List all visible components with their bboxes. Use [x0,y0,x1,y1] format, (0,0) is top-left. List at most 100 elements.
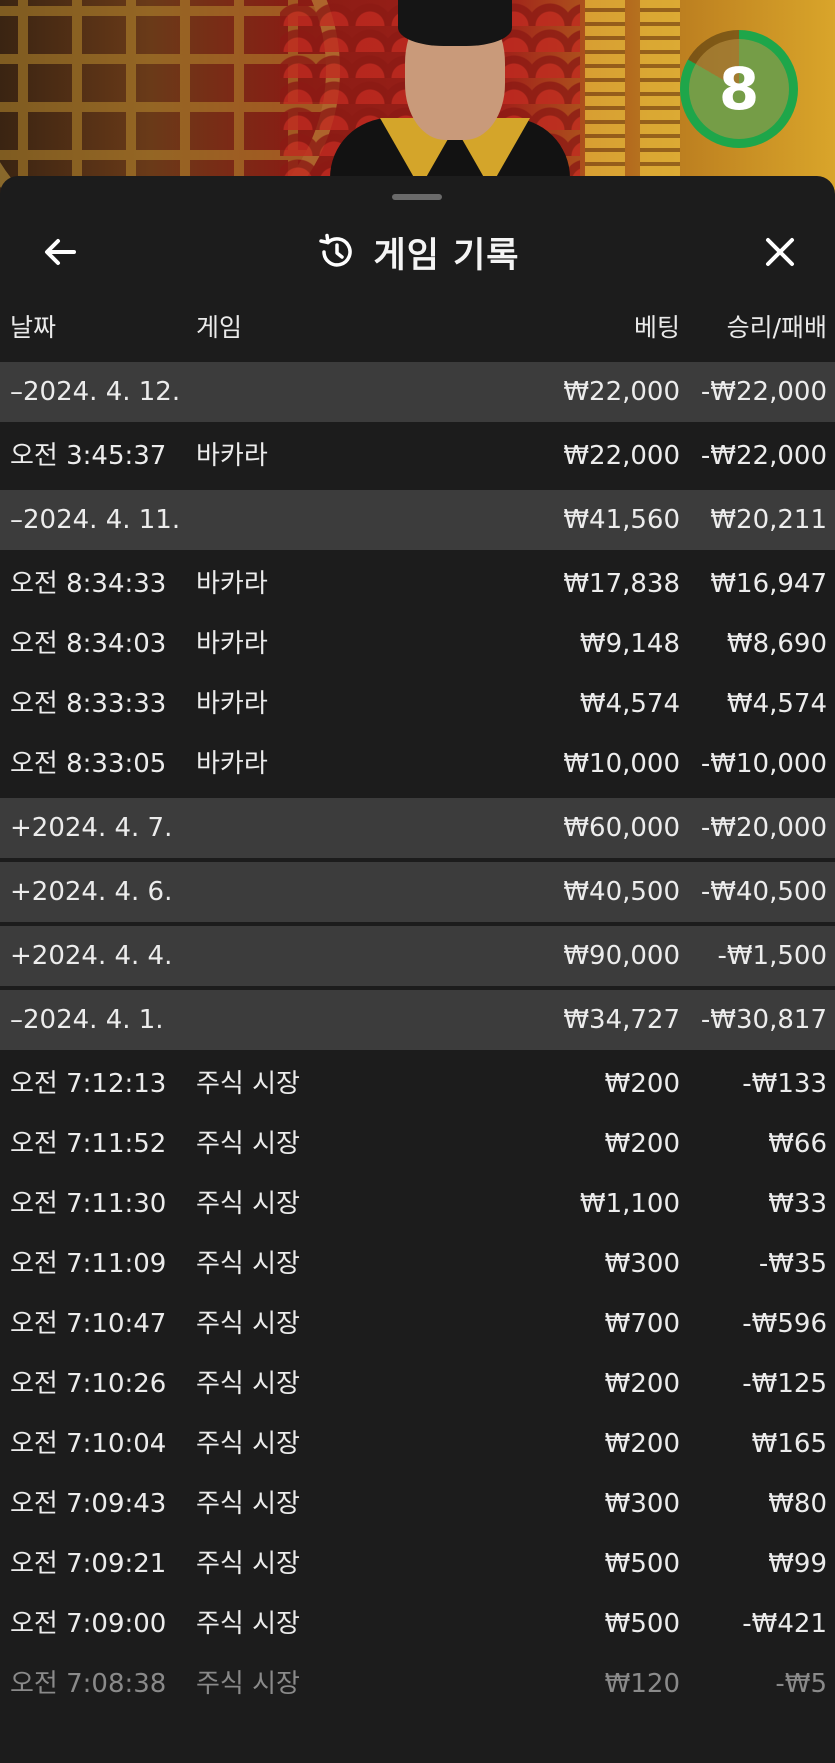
row-date: 오전 8:33:05 [10,749,167,779]
row-result: ₩165 [751,1429,827,1459]
round-row[interactable]: 오전 8:34:33 바카라 ₩17,838 ₩16,947 [0,554,835,614]
row-result: -₩22,000 [700,441,827,471]
row-result: -₩40,500 [700,877,827,907]
row-game: 주식 시장 [196,1129,300,1159]
drag-handle[interactable] [392,194,442,200]
round-row[interactable]: 오전 3:45:37 바카라 ₩22,000 -₩22,000 [0,426,835,486]
close-button[interactable] [758,230,802,274]
date-group-row[interactable]: –2024. 4. 1. ₩34,727 -₩30,817 [0,990,835,1050]
date-group-row[interactable]: –2024. 4. 11. ₩41,560 ₩20,211 [0,490,835,550]
row-game: 주식 시장 [196,1309,300,1339]
row-result: ₩80 [768,1489,827,1519]
row-date: 오전 7:10:47 [10,1309,167,1339]
row-bet: ₩10,000 [563,749,680,779]
round-row[interactable]: 오전 7:11:52 주식 시장 ₩200 ₩66 [0,1114,835,1174]
row-date: 오전 3:45:37 [10,441,167,471]
round-row[interactable]: 오전 7:08:38 주식 시장 ₩120 -₩5 [0,1654,835,1714]
row-bet: ₩120 [604,1669,680,1699]
row-date: 오전 7:11:52 [10,1129,167,1159]
row-date: +2024. 4. 4. [10,941,173,971]
date-group-row[interactable]: +2024. 4. 7. ₩60,000 -₩20,000 [0,798,835,858]
round-row[interactable]: 오전 7:10:04 주식 시장 ₩200 ₩165 [0,1414,835,1474]
row-result: -₩22,000 [700,377,827,407]
row-game: 주식 시장 [196,1549,300,1579]
row-result: ₩16,947 [710,569,827,599]
round-row[interactable]: 오전 7:10:26 주식 시장 ₩200 -₩125 [0,1354,835,1414]
row-date: 오전 8:34:33 [10,569,167,599]
close-icon [766,238,794,266]
row-date: 오전 7:09:00 [10,1609,167,1639]
row-date: 오전 7:10:26 [10,1369,167,1399]
row-game: 바카라 [196,441,268,471]
row-date: +2024. 4. 6. [10,877,173,907]
round-row[interactable]: 오전 8:33:05 바카라 ₩10,000 -₩10,000 [0,734,835,794]
row-result: -₩133 [742,1069,827,1099]
row-date: 오전 8:34:03 [10,629,167,659]
row-result: -₩10,000 [700,749,827,779]
row-bet: ₩200 [604,1069,680,1099]
row-game: 주식 시장 [196,1069,300,1099]
date-group-row[interactable]: +2024. 4. 4. ₩90,000 -₩1,500 [0,926,835,986]
round-row[interactable]: 오전 7:12:13 주식 시장 ₩200 -₩133 [0,1054,835,1114]
column-headers: 날짜 게임 베팅 승리/패배 [0,308,835,358]
round-row[interactable]: 오전 7:10:47 주식 시장 ₩700 -₩596 [0,1294,835,1354]
row-result: ₩66 [768,1129,827,1159]
row-bet: ₩300 [604,1489,680,1519]
column-result: 승리/패배 [726,313,827,342]
row-result: -₩5 [775,1669,827,1699]
date-group-row[interactable]: –2024. 4. 12. ₩22,000 -₩22,000 [0,362,835,422]
row-bet: ₩9,148 [579,629,680,659]
row-date: 오전 7:11:09 [10,1249,167,1279]
row-bet: ₩1,100 [579,1189,680,1219]
row-date: +2024. 4. 7. [10,813,173,843]
game-history-sheet: 게임 기록 날짜 게임 베팅 승리/패배 –2024. 4. 12. ₩22,00… [0,176,835,1763]
round-row[interactable]: 오전 7:09:43 주식 시장 ₩300 ₩80 [0,1474,835,1534]
row-bet: ₩22,000 [563,441,680,471]
row-game: 주식 시장 [196,1489,300,1519]
row-result: -₩35 [758,1249,827,1279]
row-game: 바카라 [196,629,268,659]
row-bet: ₩90,000 [563,941,680,971]
row-date: 오전 7:09:43 [10,1489,167,1519]
row-result: -₩30,817 [700,1005,827,1035]
row-result: -₩125 [742,1369,827,1399]
row-result: -₩596 [742,1309,827,1339]
row-game: 주식 시장 [196,1249,300,1279]
row-bet: ₩41,560 [563,505,680,535]
round-row[interactable]: 오전 7:09:21 주식 시장 ₩500 ₩99 [0,1534,835,1594]
row-game: 주식 시장 [196,1369,300,1399]
row-date: 오전 8:33:33 [10,689,167,719]
round-row[interactable]: 오전 8:34:03 바카라 ₩9,148 ₩8,690 [0,614,835,674]
row-date: 오전 7:09:21 [10,1549,167,1579]
dealer-hair [398,0,512,46]
row-bet: ₩200 [604,1429,680,1459]
row-game: 주식 시장 [196,1429,300,1459]
round-row[interactable]: 오전 8:33:33 바카라 ₩4,574 ₩4,574 [0,674,835,734]
date-group-row[interactable]: +2024. 4. 6. ₩40,500 -₩40,500 [0,862,835,922]
row-game: 바카라 [196,689,268,719]
row-game: 주식 시장 [196,1609,300,1639]
row-result: ₩99 [768,1549,827,1579]
row-bet: ₩60,000 [563,813,680,843]
page-title: 게임 기록 [373,235,520,276]
row-date: 오전 7:10:04 [10,1429,167,1459]
row-bet: ₩200 [604,1129,680,1159]
row-bet: ₩34,727 [563,1005,680,1035]
column-date: 날짜 [10,313,57,342]
round-row[interactable]: 오전 7:11:30 주식 시장 ₩1,100 ₩33 [0,1174,835,1234]
column-bet: 베팅 [633,313,680,342]
betting-timer: 8 [680,30,798,148]
row-bet: ₩500 [604,1549,680,1579]
row-bet: ₩700 [604,1309,680,1339]
row-bet: ₩4,574 [579,689,680,719]
row-date: 오전 7:08:38 [10,1669,167,1699]
row-result: ₩4,574 [726,689,827,719]
row-game: 주식 시장 [196,1189,300,1219]
row-bet: ₩300 [604,1249,680,1279]
round-row[interactable]: 오전 7:11:09 주식 시장 ₩300 -₩35 [0,1234,835,1294]
row-bet: ₩500 [604,1609,680,1639]
round-row[interactable]: 오전 7:09:00 주식 시장 ₩500 -₩421 [0,1594,835,1654]
row-bet: ₩17,838 [563,569,680,599]
timer-count: 8 [689,39,789,139]
history-list: –2024. 4. 12. ₩22,000 -₩22,000 오전 3:45:37 바카… [0,362,835,1714]
